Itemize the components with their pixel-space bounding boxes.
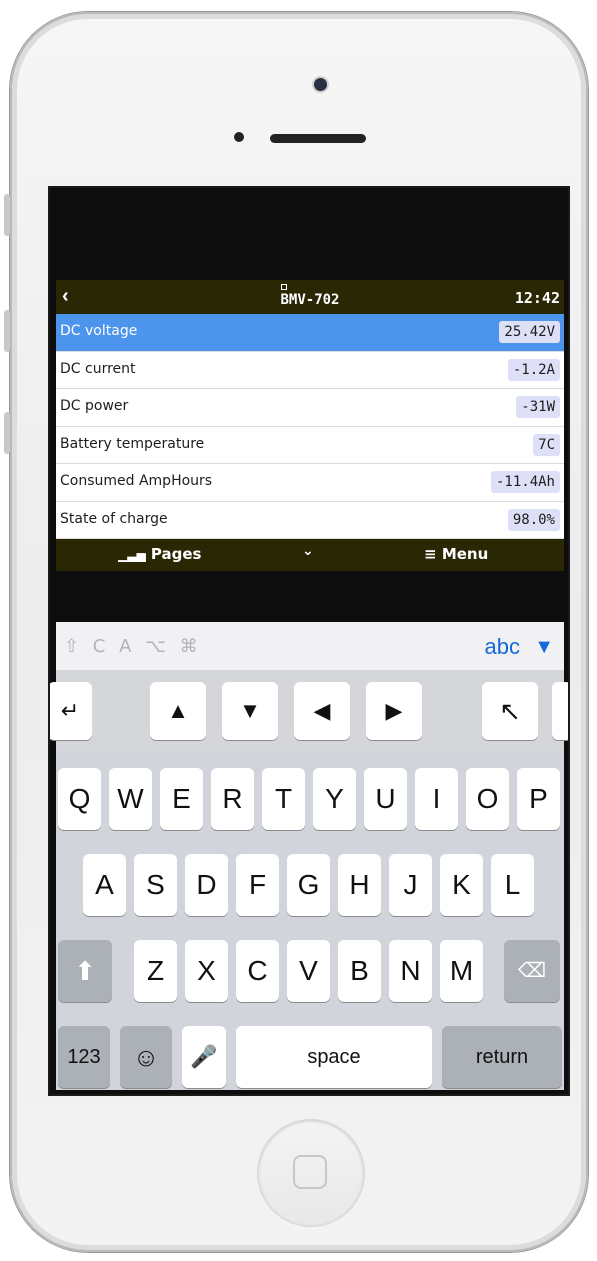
key-c[interactable]: C bbox=[236, 940, 279, 1002]
arrow-down-icon[interactable]: ▼ bbox=[222, 682, 278, 740]
delete-key[interactable]: ⌫ bbox=[504, 940, 560, 1002]
keyboard-accessory-bar: ⇧ C A ⌥ ⌘ abc ▼ bbox=[56, 622, 564, 670]
microphone-icon[interactable]: 🎤 bbox=[182, 1026, 226, 1088]
numbers-key[interactable]: 123 bbox=[58, 1026, 110, 1088]
list-item-state-of-charge[interactable]: State of charge 98.0% bbox=[56, 501, 564, 539]
key-u[interactable]: U bbox=[364, 768, 407, 830]
key-w[interactable]: W bbox=[109, 768, 152, 830]
key-a[interactable]: A bbox=[83, 854, 126, 916]
key-y[interactable]: Y bbox=[313, 768, 356, 830]
emoji-icon[interactable]: ☺ bbox=[120, 1026, 172, 1088]
volume-down-button bbox=[4, 412, 10, 454]
arrow-right-icon[interactable]: ▶ bbox=[366, 682, 422, 740]
key-k[interactable]: K bbox=[440, 854, 483, 916]
shift-key[interactable]: ⬆ bbox=[58, 940, 112, 1002]
pages-button[interactable]: ▁▃▅ Pages bbox=[118, 545, 201, 563]
page-title: BMV-702 bbox=[280, 292, 340, 308]
list-item-dc-current[interactable]: DC current -1.2A bbox=[56, 351, 564, 389]
row-value: -11.4Ah bbox=[490, 471, 560, 493]
row-value: 7C bbox=[533, 433, 560, 456]
key-t[interactable]: T bbox=[262, 768, 305, 830]
key-i[interactable]: I bbox=[415, 768, 458, 830]
key-o[interactable]: O bbox=[466, 768, 509, 830]
key-d[interactable]: D bbox=[185, 854, 228, 916]
row-value: 25.42V bbox=[499, 321, 560, 343]
modifier-keys[interactable]: ⇧ C A ⌥ ⌘ bbox=[64, 636, 202, 657]
tab-key[interactable]: ↵ bbox=[50, 682, 92, 740]
space-key[interactable]: space bbox=[236, 1026, 432, 1088]
row-label: DC voltage bbox=[60, 323, 138, 339]
home-square-icon bbox=[293, 1155, 327, 1189]
clock: 12:42 bbox=[514, 289, 560, 307]
on-screen-keyboard: ⇧ C A ⌥ ⌘ abc ▼ ↵ ▲ ▼ ◀ ▶ ↖ Q W E R T Y … bbox=[50, 622, 568, 1090]
key-z[interactable]: Z bbox=[134, 940, 177, 1002]
key-n[interactable]: N bbox=[389, 940, 432, 1002]
chevron-down-icon[interactable]: ⌄ bbox=[302, 543, 314, 559]
app-header: ‹ BMV-702 12:42 bbox=[56, 280, 564, 314]
key-l[interactable]: L bbox=[491, 854, 534, 916]
key-b[interactable]: B bbox=[338, 940, 381, 1002]
screen: ‹ BMV-702 12:42 DC voltage 25.42V DC cur… bbox=[48, 186, 570, 1096]
key-f[interactable]: F bbox=[236, 854, 279, 916]
front-camera bbox=[314, 78, 327, 91]
row-label: Battery temperature bbox=[60, 435, 205, 452]
row-value: -31W bbox=[516, 396, 560, 418]
return-key[interactable]: return bbox=[442, 1026, 562, 1088]
key-r[interactable]: R bbox=[211, 768, 254, 830]
row-label: DC power bbox=[60, 398, 129, 414]
arrow-left-icon[interactable]: ◀ bbox=[294, 682, 350, 740]
key-h[interactable]: H bbox=[338, 854, 381, 916]
device-indicator-icon bbox=[281, 284, 287, 290]
extra-key[interactable] bbox=[552, 682, 568, 740]
list-item-dc-voltage[interactable]: DC voltage 25.42V bbox=[56, 314, 564, 352]
proximity-sensor bbox=[234, 132, 244, 142]
list-item-dc-power[interactable]: DC power -31W bbox=[56, 389, 564, 427]
row-label: DC current bbox=[60, 360, 136, 377]
arrow-key-row: ↵ ▲ ▼ ◀ ▶ ↖ bbox=[50, 670, 568, 750]
list-item-battery-temperature[interactable]: Battery temperature 7C bbox=[56, 426, 564, 464]
arrow-up-icon[interactable]: ▲ bbox=[150, 682, 206, 740]
key-q[interactable]: Q bbox=[58, 768, 101, 830]
key-x[interactable]: X bbox=[185, 940, 228, 1002]
volume-up-button bbox=[4, 310, 10, 352]
key-p[interactable]: P bbox=[517, 768, 560, 830]
pages-label: Pages bbox=[150, 545, 202, 563]
key-v[interactable]: V bbox=[287, 940, 330, 1002]
key-g[interactable]: G bbox=[287, 854, 330, 916]
hamburger-icon: ≡ bbox=[424, 545, 437, 563]
row-label: State of charge bbox=[60, 510, 168, 527]
arrow-up-left-icon[interactable]: ↖ bbox=[482, 682, 538, 740]
dismiss-keyboard-icon[interactable]: ▼ bbox=[534, 636, 554, 659]
app-footer: ▁▃▅ Pages ⌄ ≡ Menu bbox=[56, 539, 564, 571]
key-m[interactable]: M bbox=[440, 940, 483, 1002]
abc-button[interactable]: abc bbox=[485, 634, 520, 660]
home-button[interactable] bbox=[258, 1120, 364, 1226]
row-label: Consumed AmpHours bbox=[60, 473, 213, 489]
row-value: 98.0% bbox=[507, 508, 560, 531]
earpiece-speaker bbox=[270, 134, 366, 143]
chart-icon: ▁▃▅ bbox=[118, 548, 146, 562]
key-s[interactable]: S bbox=[134, 854, 177, 916]
mute-switch bbox=[4, 194, 10, 236]
key-j[interactable]: J bbox=[389, 854, 432, 916]
row-value: -1.2A bbox=[507, 358, 560, 381]
menu-button[interactable]: ≡ Menu bbox=[424, 545, 488, 563]
key-e[interactable]: E bbox=[160, 768, 203, 830]
device-data-list: DC voltage 25.42V DC current -1.2A DC po… bbox=[56, 314, 564, 539]
menu-label: Menu bbox=[441, 545, 489, 563]
list-item-consumed-amphours[interactable]: Consumed AmpHours -11.4Ah bbox=[56, 464, 564, 502]
